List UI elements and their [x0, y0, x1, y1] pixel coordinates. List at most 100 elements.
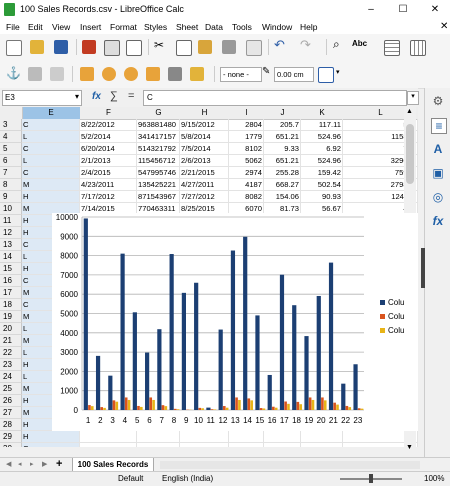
close-button[interactable]: ✕ [424, 2, 446, 17]
row-header[interactable]: 16 [0, 275, 22, 287]
spelling-icon[interactable]: Abc [352, 39, 367, 48]
chevron-down-icon[interactable]: ▾ [336, 68, 340, 76]
cell-h6[interactable]: 2/6/2013 [180, 155, 229, 167]
find-replace-icon[interactable]: ⌕ [333, 37, 340, 52]
row-header[interactable]: 11 [0, 215, 22, 227]
zoom-level[interactable]: 100% [424, 474, 444, 483]
row-header[interactable]: 4 [0, 131, 22, 143]
prev-sheet-icon[interactable]: ◂ [18, 460, 22, 468]
menu-data[interactable]: Data [205, 22, 223, 32]
cell-k4[interactable]: 524.96 [301, 131, 343, 143]
formula-input[interactable]: C [143, 90, 407, 106]
wrap-icon[interactable] [28, 67, 42, 81]
cell-k6[interactable]: 524.96 [301, 155, 343, 167]
row-header[interactable]: 3 [0, 119, 22, 131]
menu-sheet[interactable]: Sheet [176, 22, 198, 32]
menu-styles[interactable]: Styles [144, 22, 167, 32]
cell-g5[interactable]: 514321792 [137, 143, 180, 155]
cell-i5[interactable]: 8102 [229, 143, 264, 155]
open-folder-icon[interactable] [30, 40, 44, 54]
cell-i9[interactable]: 8082 [229, 191, 264, 203]
cell-f5[interactable]: 6/20/2014 [80, 143, 137, 155]
cell-f8[interactable]: 4/23/2011 [80, 179, 137, 191]
cell-j9[interactable]: 154.06 [264, 191, 301, 203]
area-style-icon[interactable] [318, 67, 334, 83]
cell-k30[interactable] [301, 443, 343, 447]
cell-g30[interactable] [137, 443, 180, 447]
first-sheet-icon[interactable]: ◀ [6, 460, 11, 468]
row-header[interactable]: 10 [0, 203, 22, 215]
copy-icon[interactable] [176, 40, 192, 56]
row-header[interactable]: 22 [0, 347, 22, 359]
line-color-icon[interactable]: ✎ [262, 66, 270, 77]
bring-to-front-icon[interactable] [80, 67, 94, 81]
print-icon[interactable] [104, 40, 120, 56]
scroll-thumb[interactable] [406, 124, 414, 184]
cell-e5[interactable]: C [22, 143, 80, 155]
cell-g6[interactable]: 115456712 [137, 155, 180, 167]
maximize-button[interactable]: ☐ [392, 2, 414, 17]
cell-j6[interactable]: 651.21 [264, 155, 301, 167]
column-icon[interactable] [410, 40, 426, 56]
cell-e30[interactable]: C [22, 443, 80, 447]
cell-e4[interactable]: L [22, 131, 80, 143]
save-icon[interactable] [54, 40, 68, 54]
row-header[interactable]: 6 [0, 155, 22, 167]
last-sheet-icon[interactable]: ▶ [42, 460, 47, 468]
row-header[interactable]: 30 [0, 443, 22, 447]
to-foreground-icon[interactable] [190, 67, 204, 81]
functions-icon[interactable]: fx [431, 214, 445, 228]
navigator-icon[interactable]: ◎ [431, 190, 445, 204]
cell-i7[interactable]: 2974 [229, 167, 264, 179]
cell-e9[interactable]: H [22, 191, 80, 203]
menu-view[interactable]: View [52, 22, 70, 32]
chevron-down-icon[interactable]: ▾ [75, 92, 79, 101]
cut-icon[interactable]: ✂ [154, 38, 164, 52]
row-header[interactable]: 19 [0, 311, 22, 323]
cell-i30[interactable] [229, 443, 264, 447]
menu-insert[interactable]: Insert [80, 22, 101, 32]
cell-g8[interactable]: 135425221 [137, 179, 180, 191]
scroll-down-icon[interactable]: ▼ [406, 444, 413, 451]
row-header[interactable]: 13 [0, 239, 22, 251]
row-header[interactable]: 29 [0, 431, 22, 443]
cell-h29[interactable] [180, 431, 229, 443]
cell-e8[interactable]: M [22, 179, 80, 191]
menu-tools[interactable]: Tools [232, 22, 252, 32]
print-preview-icon[interactable] [126, 40, 142, 56]
cell-h4[interactable]: 5/8/2014 [180, 131, 229, 143]
cell-f9[interactable]: 7/17/2012 [80, 191, 137, 203]
undo-icon[interactable]: ↶ [274, 37, 285, 53]
send-to-back-icon[interactable] [146, 67, 160, 81]
backward-one-icon[interactable] [124, 67, 138, 81]
row-header[interactable]: 8 [0, 179, 22, 191]
cell-i29[interactable] [229, 431, 264, 443]
cell-i6[interactable]: 5062 [229, 155, 264, 167]
chart-object[interactable]: 1000090008000700060005000400030002000100… [52, 213, 418, 431]
zoom-slider-thumb[interactable] [369, 474, 373, 483]
line-width-field[interactable]: 0.00 cm [274, 67, 314, 82]
sheet-tab-active[interactable]: 100 Sales Records [72, 458, 154, 472]
styles-icon[interactable]: A [431, 142, 445, 156]
cell-k29[interactable] [301, 431, 343, 443]
row-header[interactable]: 5 [0, 143, 22, 155]
row-header[interactable]: 7 [0, 167, 22, 179]
cell-h30[interactable] [180, 443, 229, 447]
gear-icon[interactable]: ⚙ [431, 94, 445, 108]
cell-f30[interactable] [80, 443, 137, 447]
row-header[interactable]: 26 [0, 395, 22, 407]
cell-j29[interactable] [264, 431, 301, 443]
cell-e29[interactable]: H [22, 431, 80, 443]
language-status[interactable]: English (India) [162, 474, 213, 483]
name-box[interactable]: E3 ▾ [2, 90, 82, 106]
horizontal-scrollbar[interactable] [160, 461, 420, 469]
row-icon[interactable] [384, 40, 400, 56]
cell-e7[interactable]: C [22, 167, 80, 179]
clear-formatting-icon[interactable] [246, 40, 262, 56]
add-sheet-button[interactable]: + [56, 458, 62, 470]
paste-icon[interactable] [198, 40, 212, 54]
close-document-icon[interactable]: ✕ [440, 21, 448, 32]
row-header[interactable]: 18 [0, 299, 22, 311]
cell-g29[interactable] [137, 431, 180, 443]
cell-j30[interactable] [264, 443, 301, 447]
